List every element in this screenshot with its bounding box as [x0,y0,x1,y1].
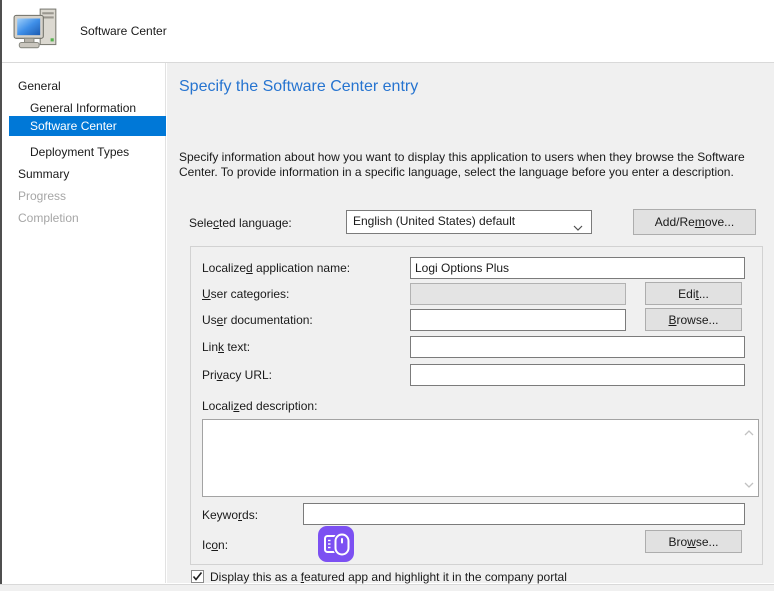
link-text-label: Link text: [202,340,250,354]
featured-checkbox[interactable] [191,570,204,583]
add-remove-button[interactable]: Add/Remove... [633,209,756,235]
logi-options-plus-icon [318,526,354,562]
sidebar-item-software-center[interactable]: Software Center [9,116,166,136]
sidebar-item-completion: Completion [18,209,79,227]
sidebar-item-general[interactable]: General [18,77,61,95]
wizard-header: Software Center [2,0,774,62]
user-documentation-label: User documentation: [202,313,313,327]
user-documentation-input[interactable] [410,309,626,331]
browse-icon-button[interactable]: Browse... [645,530,742,553]
icon-label: Icon: [202,538,228,552]
selected-language-label: Selected language: [189,216,292,230]
sidebar-item-progress: Progress [18,187,66,205]
chevron-down-icon [573,220,583,234]
keywords-label: Keywords: [202,508,258,522]
sidebar-item-summary[interactable]: Summary [18,165,69,183]
computer-icon [12,7,60,55]
page-title: Specify the Software Center entry [179,78,418,96]
sidebar-item-general-information[interactable]: General Information [30,99,136,117]
sidebar-item-deployment-types[interactable]: Deployment Types [30,143,129,161]
software-center-wizard-page: Software Center General General Informat… [0,0,774,591]
page-description: Specify information about how you want t… [179,150,774,180]
wizard-bottom-bar [0,584,774,591]
edit-categories-button[interactable]: Edit... [645,282,742,305]
app-name-input[interactable] [410,257,745,279]
browse-documentation-button[interactable]: Browse... [645,308,742,331]
wizard-title: Software Center [80,24,167,38]
keywords-input[interactable] [303,503,745,525]
scroll-down-icon[interactable] [744,477,754,491]
scroll-up-icon[interactable] [744,425,754,439]
link-text-input[interactable] [410,336,745,358]
privacy-url-label: Privacy URL: [202,368,272,382]
description-label: Localized description: [202,399,317,413]
sidebar-item-label: Software Center [30,117,117,135]
wizard-nav-sidebar: General General Information Software Cen… [2,63,166,583]
app-name-label: Localized application name: [202,261,350,275]
description-textarea[interactable] [202,419,759,497]
language-dropdown-value: English (United States) default [353,214,515,228]
user-categories-field [410,283,626,305]
language-dropdown[interactable]: English (United States) default [346,210,592,234]
user-categories-label: User categories: [202,287,289,301]
privacy-url-input[interactable] [410,364,745,386]
featured-checkbox-label[interactable]: Display this as a featured app and highl… [210,570,567,584]
